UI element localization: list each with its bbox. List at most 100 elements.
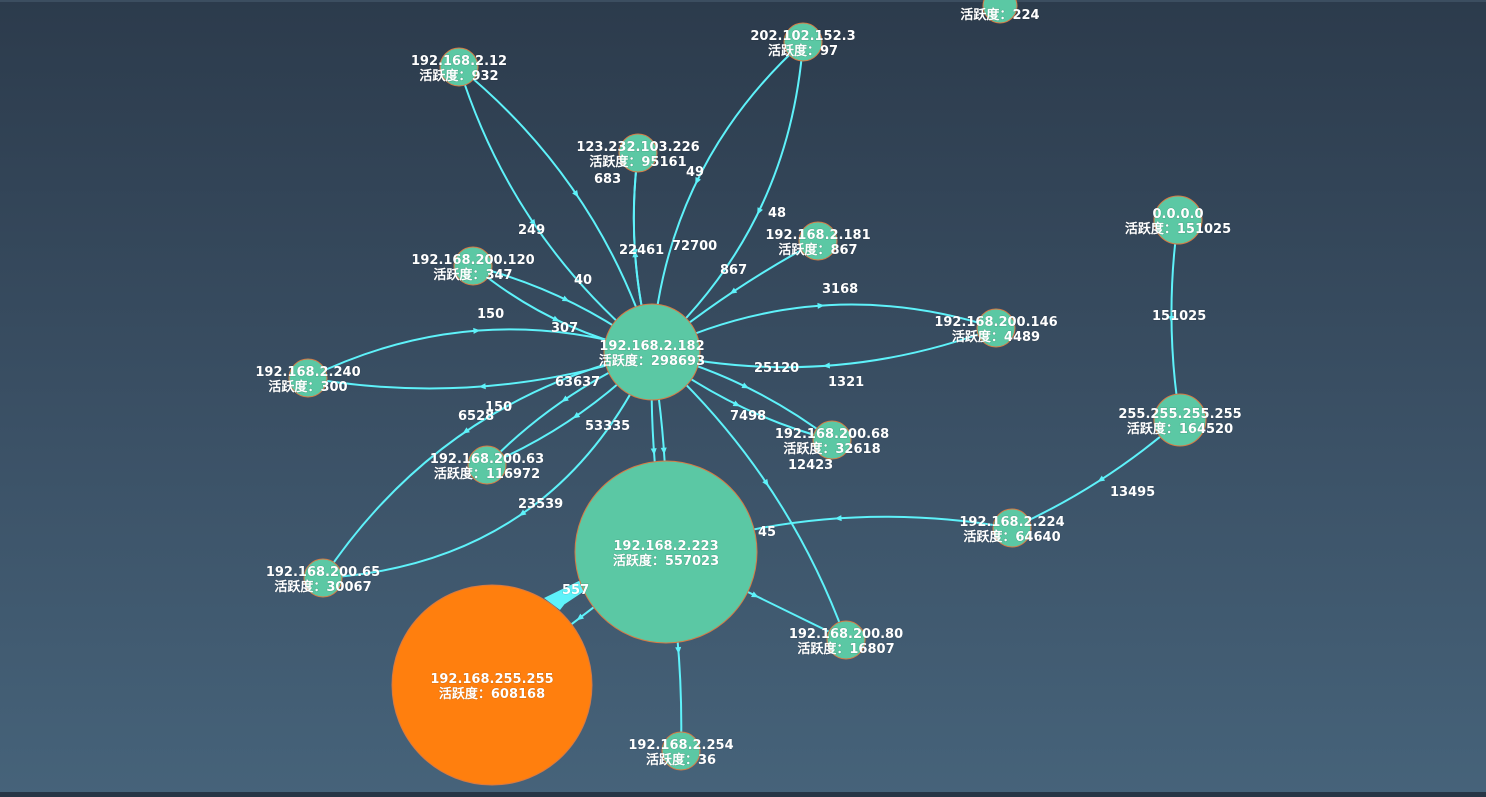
- activity-prefix: 活跃度：: [768, 43, 820, 59]
- node-activity-label: 活跃度：95161: [589, 154, 686, 170]
- activity-prefix: 活跃度：: [952, 329, 1004, 345]
- activity-value: 30067: [326, 580, 371, 595]
- node-ip-label: 192.168.2.181: [765, 228, 870, 243]
- node-activity-label: 活跃度：298693: [599, 353, 705, 369]
- node-ip-label: 202.102.152.3: [750, 29, 855, 44]
- node-192-168-200-68[interactable]: 192.168.200.68活跃度：32618: [774, 420, 890, 460]
- edge-traffic-label: 3168: [822, 282, 858, 297]
- activity-prefix: 活跃度：: [274, 579, 326, 595]
- activity-prefix: 活跃度：: [613, 553, 665, 569]
- node-192-168-2-223[interactable]: 192.168.2.223活跃度：557023: [574, 460, 758, 644]
- activity-value: 298693: [651, 354, 705, 369]
- node-192-168-2-240[interactable]: 192.168.2.240活跃度：300: [255, 358, 361, 398]
- activity-value: 36: [698, 753, 716, 768]
- activity-value: 95161: [641, 155, 686, 170]
- edge-traffic-label: 13495: [1110, 485, 1155, 500]
- activity-prefix: 活跃度：: [646, 752, 698, 768]
- node-activity-label: 活跃度：932: [419, 68, 498, 84]
- activity-prefix: 活跃度：: [797, 641, 849, 657]
- edge-traffic-label: 45: [758, 525, 776, 540]
- edge-traffic-label: 683: [594, 172, 621, 187]
- node-202-102-152-3[interactable]: 202.102.152.3活跃度：97: [750, 22, 856, 62]
- edge-traffic-label: 557: [562, 583, 589, 598]
- node-activity-label: 活跃度：608168: [439, 686, 545, 702]
- edge-direction-marker: [732, 400, 741, 407]
- edge-traffic-label: 23539: [518, 497, 563, 512]
- node-192-168-200-80[interactable]: 192.168.200.80活跃度：16807: [788, 620, 904, 660]
- edge-traffic-label: 40: [574, 273, 592, 288]
- node-192-168-200-65[interactable]: 192.168.200.65活跃度：30067: [265, 558, 381, 598]
- node-192-168-255-255[interactable]: 192.168.255.255活跃度：608168: [391, 584, 593, 786]
- activity-value: 164520: [1179, 422, 1233, 437]
- node-192-168-2-181[interactable]: 192.168.2.181活跃度：867: [765, 221, 871, 261]
- edge-direction-marker: [834, 515, 842, 522]
- edge-direction-marker: [817, 302, 825, 309]
- activity-prefix: 活跃度：: [783, 441, 835, 457]
- node-192-168-200-146[interactable]: 192.168.200.146活跃度：4489: [934, 308, 1058, 348]
- edge-202-102-152-3-to-192-168-2-182[interactable]: [651, 41, 804, 353]
- activity-value: 32618: [835, 442, 880, 457]
- node-activity-label: 活跃度：151025: [1125, 221, 1231, 237]
- node-activity-label: 活跃度：164520: [1127, 421, 1233, 437]
- activity-prefix: 活跃度：: [589, 154, 641, 170]
- node-activity-label: 活跃度：116972: [434, 466, 540, 482]
- edge-direction-marker: [757, 207, 763, 215]
- activity-value: 224: [1012, 8, 1039, 23]
- node-activity-label: 活跃度：32618: [783, 441, 880, 457]
- edge-traffic-label: 307: [551, 321, 578, 336]
- node-0-0-0-0[interactable]: 0.0.0.0活跃度：151025: [1124, 195, 1232, 245]
- edge-traffic-label: 1321: [828, 375, 864, 390]
- node-192-168-2-254[interactable]: 192.168.2.254活跃度：36: [628, 731, 734, 771]
- node-ip-label: 192.168.2.224: [959, 515, 1064, 530]
- edge-direction-marker: [751, 591, 759, 598]
- node-ntop[interactable]: 活跃度：224: [960, 0, 1040, 24]
- edge-traffic-label: 48: [768, 206, 786, 221]
- edge-traffic-label: 53335: [585, 419, 630, 434]
- activity-prefix: 活跃度：: [960, 7, 1012, 23]
- activity-prefix: 活跃度：: [963, 529, 1015, 545]
- node-192-168-200-63[interactable]: 192.168.200.63活跃度：116972: [429, 445, 545, 485]
- edge-direction-marker: [650, 448, 657, 456]
- edge-direction-marker: [561, 295, 570, 302]
- activity-value: 932: [471, 69, 498, 84]
- activity-prefix: 活跃度：: [1127, 421, 1179, 437]
- node-192-168-2-224[interactable]: 192.168.2.224活跃度：64640: [959, 508, 1065, 548]
- activity-value: 300: [320, 380, 347, 395]
- node-activity-label: 活跃度：867: [778, 242, 857, 258]
- activity-value: 608168: [491, 687, 545, 702]
- edge-traffic-label: 151025: [1152, 309, 1206, 324]
- node-activity-label: 活跃度：224: [960, 7, 1039, 23]
- activity-value: 16807: [849, 642, 894, 657]
- node-123-232-103-226[interactable]: 123.232.103.226活跃度：95161: [576, 133, 700, 173]
- node-ip-label: 192.168.2.12: [411, 54, 507, 69]
- node-ip-label: 192.168.200.120: [411, 253, 534, 268]
- activity-value: 97: [820, 44, 838, 59]
- node-ip-label: 192.168.200.146: [934, 315, 1057, 330]
- node-activity-label: 活跃度：64640: [963, 529, 1060, 545]
- activity-value: 116972: [486, 467, 540, 482]
- node-192-168-2-12[interactable]: 192.168.2.12活跃度：932: [410, 47, 508, 87]
- bottom-border: [0, 792, 1486, 797]
- edge-direction-marker: [675, 646, 682, 655]
- node-activity-label: 活跃度：347: [433, 267, 512, 283]
- node-255-255-255-255[interactable]: 255.255.255.255活跃度：164520: [1118, 393, 1242, 447]
- edge-traffic-label: 63637: [555, 375, 600, 390]
- node-activity-label: 活跃度：300: [268, 379, 347, 395]
- node-ip-label: 192.168.2.223: [613, 539, 718, 554]
- activity-prefix: 活跃度：: [439, 686, 491, 702]
- edge-traffic-label: 25120: [754, 361, 799, 376]
- edge-direction-marker: [478, 383, 486, 390]
- activity-prefix: 活跃度：: [778, 242, 830, 258]
- node-ip-label: 192.168.200.63: [430, 452, 544, 467]
- node-activity-label: 活跃度：36: [646, 752, 716, 768]
- activity-prefix: 活跃度：: [1125, 221, 1177, 237]
- network-graph[interactable]: 192.168.2.182活跃度：298693192.168.2.223活跃度：…: [0, 0, 1486, 797]
- node-ip-label: 192.168.200.65: [266, 565, 380, 580]
- edge-traffic-label: 12423: [788, 458, 833, 473]
- activity-prefix: 活跃度：: [419, 68, 471, 84]
- node-ip-label: 192.168.2.240: [255, 365, 360, 380]
- edge-202-102-152-3-to-192-168-2-182[interactable]: [651, 41, 804, 353]
- edge-traffic-label: 49: [686, 165, 704, 180]
- node-activity-label: 活跃度：4489: [952, 329, 1040, 345]
- edge-traffic-label: 7498: [730, 409, 766, 424]
